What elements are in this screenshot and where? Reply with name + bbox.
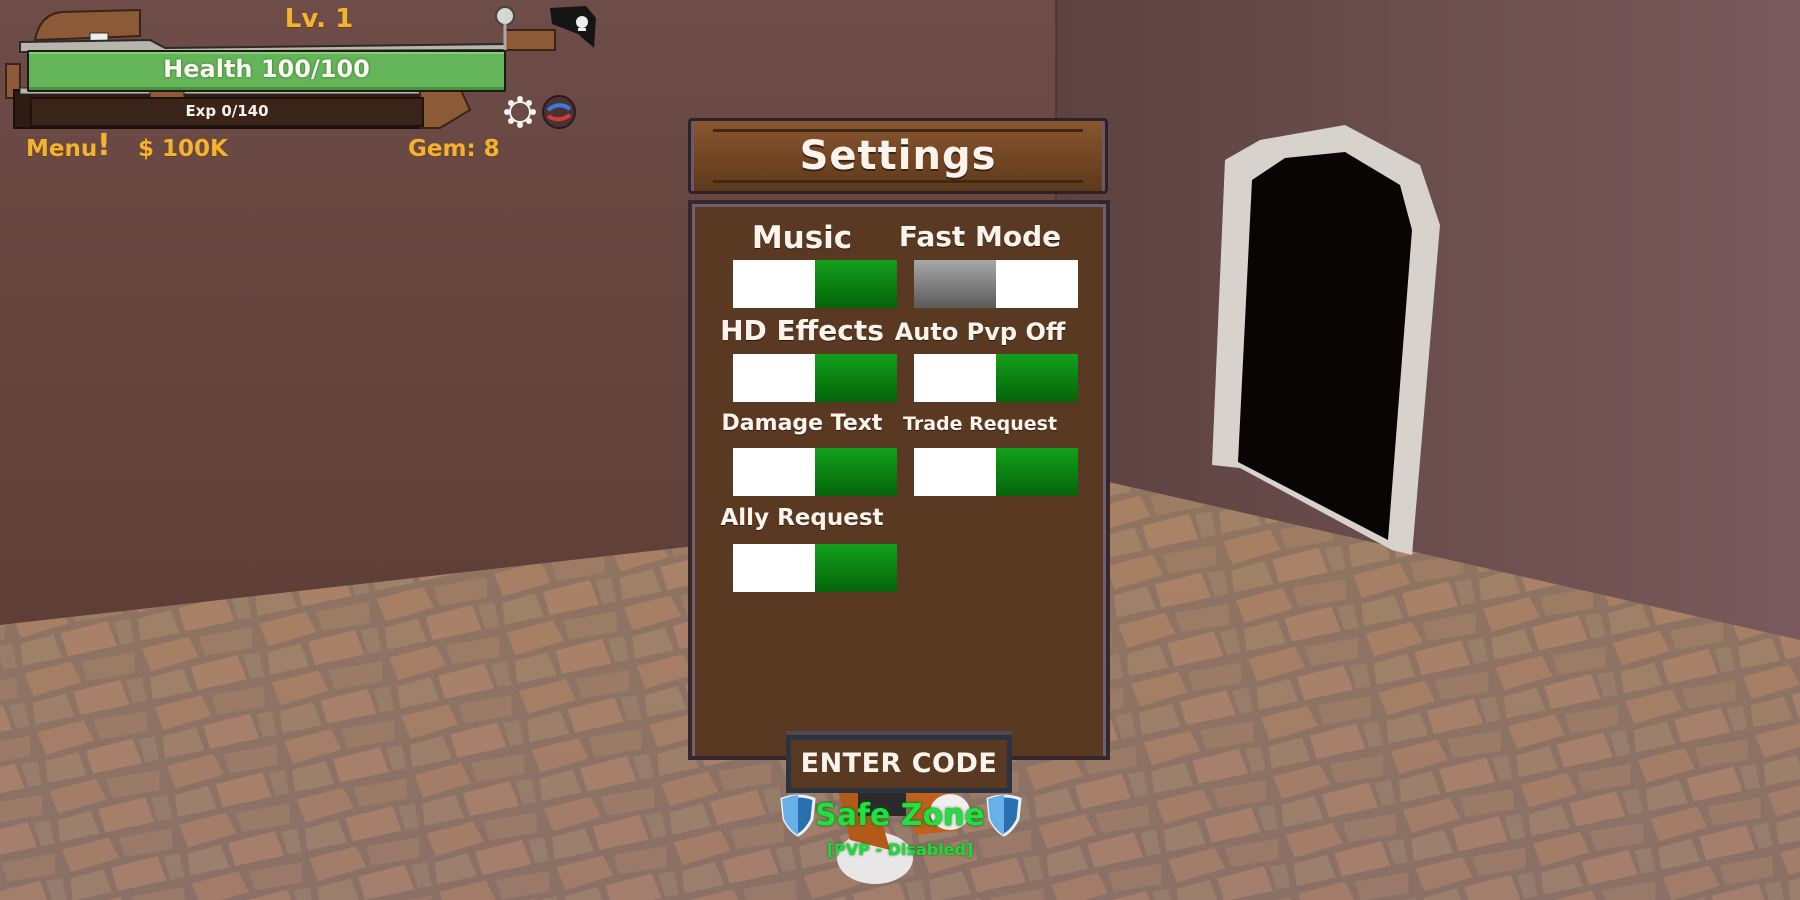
gear-icon[interactable] xyxy=(504,96,536,128)
ally-request-label: Ally Request xyxy=(720,505,884,531)
damage-text-label: Damage Text xyxy=(721,411,883,436)
gem-counter: Gem: 8 xyxy=(408,136,500,162)
player-hud: Lv. 1 Health 100/100 Exp 0/140 Menu ! $ … xyxy=(0,0,600,170)
trade-request-label: Trade Request xyxy=(902,413,1058,435)
player-level: Lv. 1 xyxy=(284,4,354,34)
zone-name: Safe Zone xyxy=(815,798,985,833)
hd-effects-toggle[interactable] xyxy=(733,354,897,402)
exp-bar: Exp 0/140 xyxy=(30,97,424,127)
menu-button[interactable]: Menu xyxy=(26,136,97,162)
settings-header: Settings xyxy=(688,118,1108,194)
fast-mode-label: Fast Mode xyxy=(898,220,1062,253)
pirate-flag-icon xyxy=(548,4,598,50)
auto-pvp-off-label: Auto Pvp Off xyxy=(894,318,1066,346)
settings-title: Settings xyxy=(799,133,997,179)
settings-panel: Music Fast Mode HD Effects Auto Pvp Off … xyxy=(688,200,1110,760)
pvp-status: [PVP - Disabled] xyxy=(826,840,974,859)
exp-text: Exp 0/140 xyxy=(185,102,269,120)
globe-icon[interactable] xyxy=(542,95,576,129)
fast-mode-toggle[interactable] xyxy=(914,260,1078,308)
money-counter: $ 100K xyxy=(138,136,228,162)
ally-request-toggle[interactable] xyxy=(733,544,897,592)
shield-icon xyxy=(984,793,1024,837)
auto-pvp-off-toggle[interactable] xyxy=(914,354,1078,402)
health-bar: Health 100/100 xyxy=(27,50,506,92)
music-toggle[interactable] xyxy=(733,260,897,308)
trade-request-toggle[interactable] xyxy=(914,448,1078,496)
hd-effects-label: HD Effects xyxy=(720,314,884,347)
health-text: Health 100/100 xyxy=(163,55,370,83)
damage-text-toggle[interactable] xyxy=(733,448,897,496)
menu-alert-icon: ! xyxy=(97,128,111,163)
music-label: Music xyxy=(751,220,853,256)
enter-code-button[interactable]: ENTER CODE xyxy=(786,735,1012,793)
